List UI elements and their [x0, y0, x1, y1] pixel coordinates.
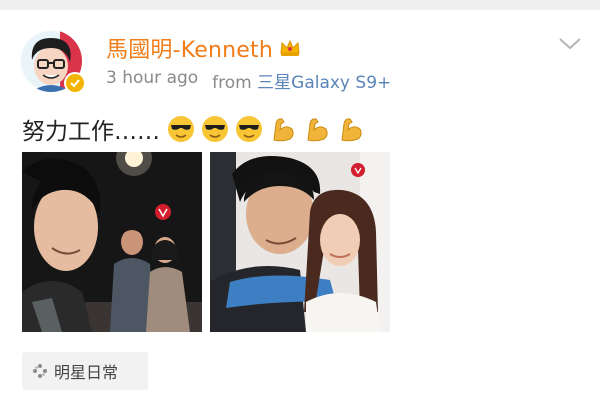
weibo-post-card: 馬國明-Kenneth 3 hour ago from 三星Galaxy S9+…: [0, 10, 600, 407]
cool-face-emoji-icon: [168, 116, 194, 142]
cool-face-emoji-icon: [236, 116, 262, 142]
cool-face-emoji-icon: [202, 116, 228, 142]
emoji-row: [166, 114, 366, 144]
post-text-line: 努力工作……: [22, 112, 366, 146]
post-text: 努力工作……: [22, 119, 160, 145]
source-line: from 三星Galaxy S9+: [212, 68, 391, 93]
topic-tag[interactable]: 明星日常: [22, 352, 148, 390]
crown-icon[interactable]: [279, 38, 301, 58]
verified-badge-icon: [64, 72, 86, 94]
author-name[interactable]: 馬國明-Kenneth: [106, 32, 273, 64]
flexed-biceps-emoji-icon: [341, 118, 362, 142]
source-device[interactable]: 三星Galaxy S9+: [257, 73, 391, 93]
post-meta: 3 hour ago from 三星Galaxy S9+: [106, 68, 391, 93]
flexed-biceps-emoji-icon: [273, 118, 294, 142]
author-line: 馬國明-Kenneth: [106, 32, 301, 64]
post-photo-2[interactable]: [210, 152, 390, 332]
flexed-biceps-emoji-icon: [307, 118, 328, 142]
topic-tag-label: 明星日常: [54, 363, 119, 382]
post-time: 3 hour ago: [106, 68, 199, 88]
photo-1-image: [22, 152, 202, 332]
photo-2-image: [210, 152, 390, 332]
author-avatar[interactable]: [20, 30, 86, 94]
sparkle-icon: [33, 364, 47, 378]
post-photo-1[interactable]: [22, 152, 202, 332]
source-prefix: from: [212, 73, 252, 93]
top-divider-strip: [0, 0, 600, 10]
chevron-down-icon[interactable]: [556, 34, 584, 52]
